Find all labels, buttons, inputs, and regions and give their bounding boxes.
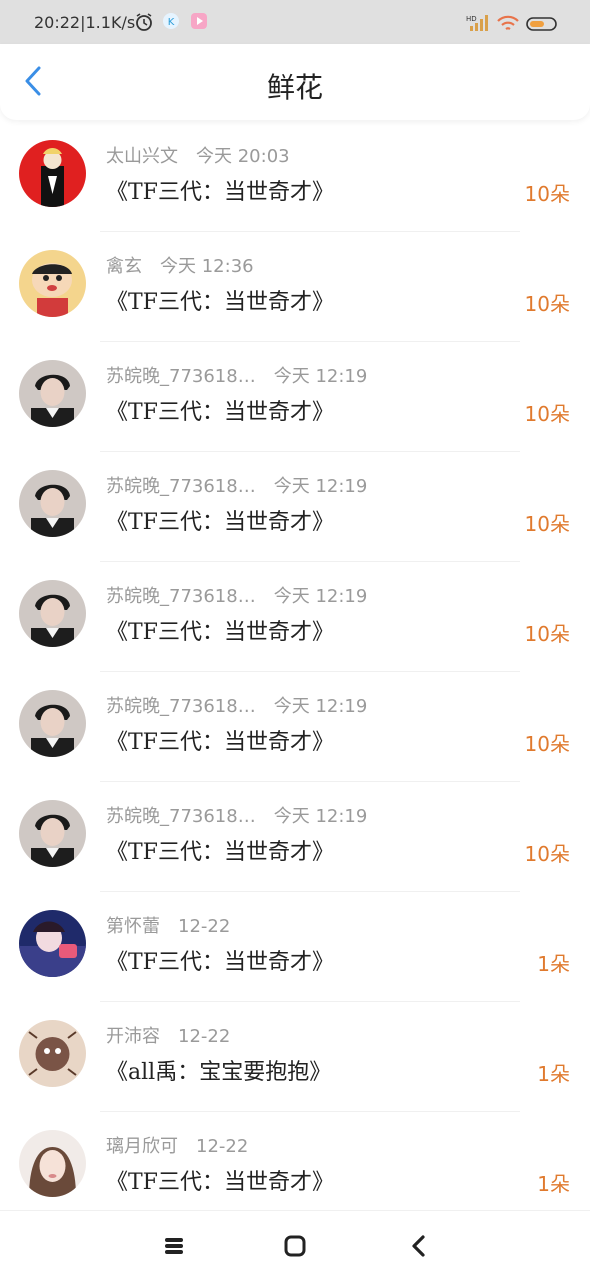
username: 第怀蕾 [106, 916, 160, 937]
timestamp: 今天 12:19 [273, 696, 368, 717]
list-item[interactable]: 第怀蕾 12-22 《TF三代：当世奇才》 1朵 [0, 892, 590, 1002]
book-title: 《TF三代：当世奇才》 [106, 400, 334, 425]
book-title: 《TF三代：当世奇才》 [106, 620, 334, 645]
item-meta: 璃月欣可 12-22 [106, 1132, 248, 1158]
username: 苏皖晚_773618… [106, 696, 256, 717]
book-title: 《all禹：宝宝要抱抱》 [106, 1060, 332, 1085]
gift-list: 太山兴文 今天 20:03 《TF三代：当世奇才》 10朵 禽玄 今天 12:36 《TF三… [0, 122, 590, 1222]
wifi-icon [496, 14, 520, 38]
list-item[interactable]: 苏皖晚_773618… 今天 12:19 《TF三代：当世奇才》 10朵 [0, 342, 590, 452]
flower-count: 10朵 [524, 402, 570, 426]
home-button[interactable] [282, 1233, 308, 1259]
flower-count: 10朵 [524, 512, 570, 536]
network-speed: 1.1K/s [85, 13, 136, 32]
username: 开沛容 [106, 1026, 160, 1047]
app-play-icon [190, 12, 208, 34]
book-title: 《TF三代：当世奇才》 [106, 840, 334, 865]
list-item[interactable]: 开沛容 12-22 《all禹：宝宝要抱抱》 1朵 [0, 1002, 590, 1112]
list-item[interactable]: 太山兴文 今天 20:03 《TF三代：当世奇才》 10朵 [0, 122, 590, 232]
list-item[interactable]: 苏皖晚_773618… 今天 12:19 《TF三代：当世奇才》 10朵 [0, 782, 590, 892]
book-title: 《TF三代：当世奇才》 [106, 290, 334, 315]
avatar[interactable] [19, 580, 86, 647]
timestamp: 12-22 [196, 1136, 249, 1157]
item-meta: 苏皖晚_773618… 今天 12:19 [106, 362, 367, 388]
home-icon [282, 1235, 308, 1263]
list-item[interactable]: 苏皖晚_773618… 今天 12:19 《TF三代：当世奇才》 10朵 [0, 672, 590, 782]
timestamp: 今天 12:19 [273, 476, 368, 497]
system-back-button[interactable] [406, 1233, 432, 1259]
username: 苏皖晚_773618… [106, 366, 256, 387]
back-icon [406, 1235, 432, 1263]
avatar[interactable] [19, 690, 86, 757]
username: 苏皖晚_773618… [106, 586, 256, 607]
flower-count: 1朵 [537, 952, 570, 976]
username: 璃月欣可 [106, 1136, 178, 1157]
list-item[interactable]: 璃月欣可 12-22 《TF三代：当世奇才》 1朵 [0, 1112, 590, 1222]
svg-text:K: K [168, 17, 175, 28]
timestamp: 今天 12:19 [273, 806, 368, 827]
item-meta: 禽玄 今天 12:36 [106, 252, 254, 278]
list-item[interactable]: 禽玄 今天 12:36 《TF三代：当世奇才》 10朵 [0, 232, 590, 342]
item-meta: 第怀蕾 12-22 [106, 912, 230, 938]
book-title: 《TF三代：当世奇才》 [106, 510, 334, 535]
timestamp: 今天 12:36 [160, 256, 254, 277]
list-item[interactable]: 苏皖晚_773618… 今天 12:19 《TF三代：当世奇才》 10朵 [0, 562, 590, 672]
item-meta: 苏皖晚_773618… 今天 12:19 [106, 692, 367, 718]
item-meta: 开沛容 12-22 [106, 1022, 230, 1048]
username: 禽玄 [106, 256, 142, 277]
status-clock: 20:22 [34, 13, 81, 32]
avatar[interactable] [19, 250, 86, 317]
book-title: 《TF三代：当世奇才》 [106, 180, 334, 205]
status-bar: 20:22|1.1K/s K HD [0, 0, 590, 44]
timestamp: 12-22 [178, 1026, 231, 1047]
app-k-icon: K [162, 12, 180, 34]
app-header: 鲜花 [0, 44, 590, 120]
timestamp: 今天 12:19 [273, 586, 368, 607]
page-title: 鲜花 [266, 71, 323, 104]
flower-count: 1朵 [537, 1062, 570, 1086]
system-nav-bar [0, 1210, 590, 1281]
flower-count: 10朵 [524, 292, 570, 316]
item-meta: 苏皖晚_773618… 今天 12:19 [106, 472, 367, 498]
flower-count: 10朵 [524, 732, 570, 756]
timestamp: 今天 12:19 [273, 366, 368, 387]
username: 苏皖晚_773618… [106, 806, 256, 827]
book-title: 《TF三代：当世奇才》 [106, 950, 334, 975]
username: 苏皖晚_773618… [106, 476, 256, 497]
avatar[interactable] [19, 470, 86, 537]
flower-count: 1朵 [537, 1172, 570, 1196]
book-title: 《TF三代：当世奇才》 [106, 1170, 334, 1195]
book-title: 《TF三代：当世奇才》 [106, 730, 334, 755]
flower-count: 10朵 [524, 622, 570, 646]
username: 太山兴文 [106, 146, 178, 167]
menu-button[interactable] [161, 1233, 187, 1259]
item-meta: 苏皖晚_773618… 今天 12:19 [106, 802, 367, 828]
status-time: 20:22|1.1K/s [34, 13, 136, 32]
list-item[interactable]: 苏皖晚_773618… 今天 12:19 《TF三代：当世奇才》 10朵 [0, 452, 590, 562]
avatar[interactable] [19, 800, 86, 867]
avatar[interactable] [19, 140, 86, 207]
avatar[interactable] [19, 1130, 86, 1197]
timestamp: 今天 20:03 [196, 146, 290, 167]
alarm-icon [134, 12, 154, 36]
flower-count: 10朵 [524, 182, 570, 206]
svg-text:HD: HD [466, 15, 477, 23]
hd-signal-icon: HD [466, 14, 490, 36]
menu-icon [161, 1238, 187, 1263]
avatar[interactable] [19, 910, 86, 977]
item-meta: 太山兴文 今天 20:03 [106, 142, 290, 168]
battery-icon [526, 16, 560, 36]
avatar[interactable] [19, 360, 86, 427]
timestamp: 12-22 [178, 916, 231, 937]
flower-count: 10朵 [524, 842, 570, 866]
item-meta: 苏皖晚_773618… 今天 12:19 [106, 582, 367, 608]
avatar[interactable] [19, 1020, 86, 1087]
